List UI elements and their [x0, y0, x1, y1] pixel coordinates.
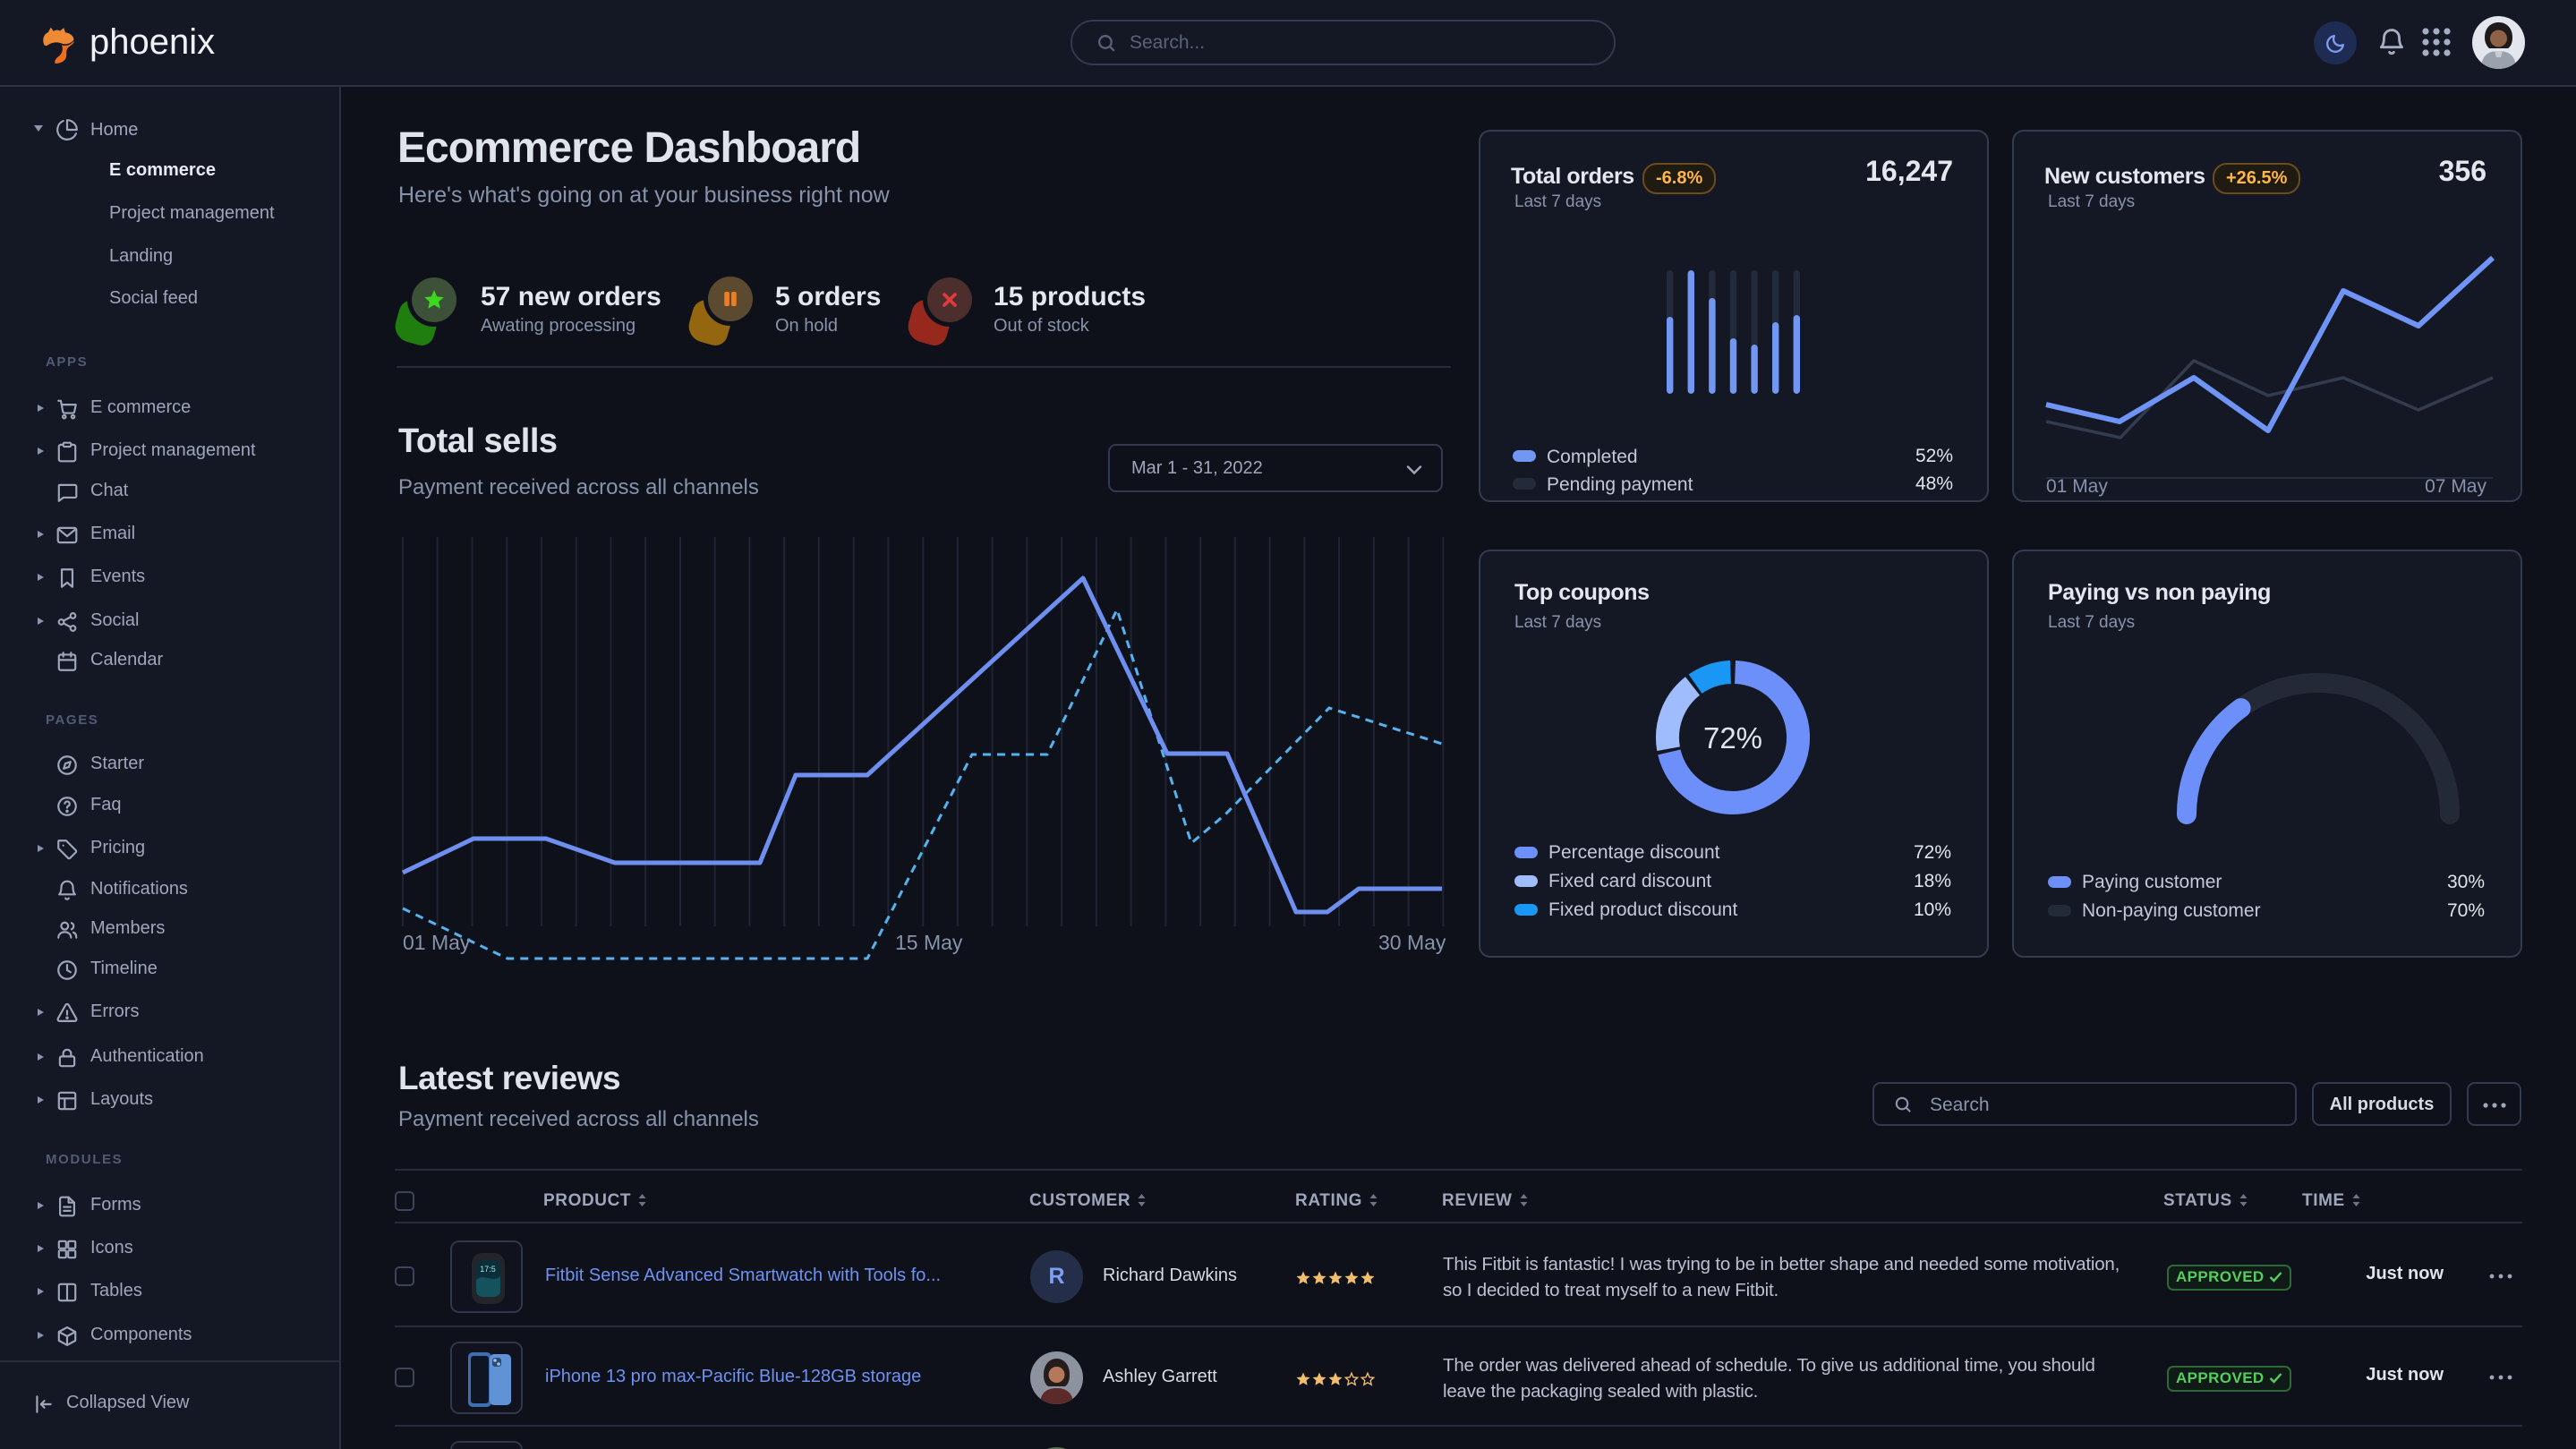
svg-text:17:5: 17:5 — [480, 1265, 496, 1274]
